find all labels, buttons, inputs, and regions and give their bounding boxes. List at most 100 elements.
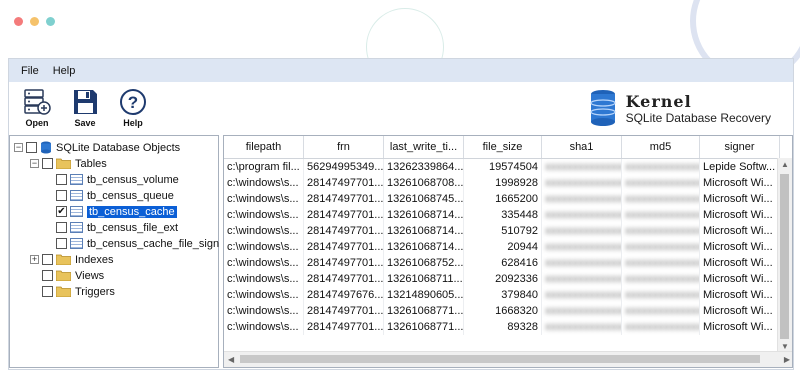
table-icon (70, 174, 83, 185)
window-close-dot[interactable] (14, 17, 23, 26)
tree-item-table-selected[interactable]: ✔ tb_census_cache (56, 204, 177, 219)
tree-item-table[interactable]: tb_census_volume (56, 172, 179, 187)
table-cell: Microsoft Wi... (700, 287, 780, 303)
table-cell: xxxxxxxxxxxxxx (622, 287, 700, 303)
tree-item-indexes[interactable]: + Indexes (30, 252, 114, 267)
table-cell: Microsoft Wi... (700, 207, 780, 223)
table-cell: xxxxxxxxxxxxxx (622, 159, 700, 175)
table-row[interactable]: c:\windows\s... 28147497701... 13261068708… (224, 175, 780, 191)
tree-checkbox[interactable] (42, 286, 53, 297)
table-cell: xxxxxxxxxxxxxx (622, 303, 700, 319)
table-row[interactable]: c:\windows\s... 28147497701... 13261068771… (224, 303, 780, 319)
table-row[interactable]: c:\windows\s... 28147497701... 13261068714… (224, 239, 780, 255)
tree-checkbox[interactable] (42, 270, 53, 281)
table-cell: c:\windows\s... (224, 255, 304, 271)
menu-help[interactable]: Help (53, 65, 76, 77)
window-maximize-dot[interactable] (46, 17, 55, 26)
save-button[interactable]: Save (65, 88, 105, 128)
tree-checkbox[interactable] (42, 158, 53, 169)
table-cell: xxxxxxxxxxxxxxxx (542, 175, 622, 191)
tree-checkbox[interactable] (42, 254, 53, 265)
folder-icon (56, 158, 71, 169)
tree-root-label: SQLite Database Objects (56, 141, 181, 154)
tree-item-triggers[interactable]: Triggers (42, 284, 115, 299)
table-row[interactable]: c:\windows\s... 28147497701... 13261068771… (224, 319, 780, 335)
table-row[interactable]: c:\windows\s... 28147497701... 13261068714… (224, 207, 780, 223)
help-label: Help (123, 118, 143, 128)
tree-item-views[interactable]: Views (42, 268, 104, 283)
tree-checkbox[interactable] (56, 190, 67, 201)
table-row[interactable]: c:\windows\s... 28147497701... 13261068711… (224, 271, 780, 287)
table-cell: 13214890605... (384, 287, 464, 303)
tree-checkbox[interactable] (56, 222, 67, 233)
column-header-sha1[interactable]: sha1 (542, 136, 622, 158)
table-cell: xxxxxxxxxxxxxx (622, 191, 700, 207)
table-cell: 13262339864... (384, 159, 464, 175)
table-cell: Microsoft Wi... (700, 175, 780, 191)
vertical-scroll-thumb[interactable] (780, 174, 789, 339)
table-cell: 1668320 (464, 303, 542, 319)
tree-item-tables[interactable]: − Tables (30, 156, 107, 171)
table-row[interactable]: c:\windows\s... 28147497676... 13214890605… (224, 287, 780, 303)
table-cell: xxxxxxxxxxxxxxxx (542, 271, 622, 287)
table-cell: 379840 (464, 287, 542, 303)
tree-checkbox[interactable] (56, 174, 67, 185)
tree-checkbox-checked[interactable]: ✔ (56, 206, 67, 217)
browser-frame (0, 0, 800, 86)
table-cell: c:\windows\s... (224, 191, 304, 207)
table-cell: Microsoft Wi... (700, 223, 780, 239)
collapse-icon[interactable]: − (14, 143, 23, 152)
tree-checkbox[interactable] (26, 142, 37, 153)
horizontal-scroll-thumb[interactable] (240, 355, 760, 363)
table-cell: Lepide Softw... (700, 159, 780, 175)
table-cell: c:\windows\s... (224, 223, 304, 239)
tree-item-table[interactable]: tb_census_cache_file_sign (56, 236, 219, 251)
table-row[interactable]: c:\windows\s... 28147497701... 13261068745… (224, 191, 780, 207)
table-cell: xxxxxxxxxxxxxxxx (542, 303, 622, 319)
column-header-md5[interactable]: md5 (622, 136, 700, 158)
vertical-scrollbar[interactable]: ▲ ▼ (777, 158, 792, 353)
table-cell: xxxxxxxxxxxxxx (622, 271, 700, 287)
table-cell: 28147497701... (304, 239, 384, 255)
table-cell: xxxxxxxxxxxxxxxx (542, 159, 622, 175)
collapse-icon[interactable]: − (30, 159, 39, 168)
table-cell: 13261068752... (384, 255, 464, 271)
object-tree: − SQLite Database Objects − Tables tb_ce… (9, 135, 219, 368)
table-cell: c:\windows\s... (224, 303, 304, 319)
table-row[interactable]: c:\windows\s... 28147497701... 13261068752… (224, 255, 780, 271)
scroll-left-icon[interactable]: ◀ (228, 355, 234, 364)
help-button[interactable]: ? Help (113, 88, 153, 128)
table-cell: 89328 (464, 319, 542, 335)
table-cell: c:\windows\s... (224, 239, 304, 255)
table-label: tb_census_queue (87, 189, 174, 202)
column-header-last-write-time[interactable]: last_write_ti... (384, 136, 464, 158)
scroll-down-icon[interactable]: ▼ (781, 342, 789, 351)
table-label: tb_census_file_ext (87, 221, 179, 234)
column-header-frn[interactable]: frn (304, 136, 384, 158)
table-cell: c:\windows\s... (224, 271, 304, 287)
tree-checkbox[interactable] (56, 238, 67, 249)
table-cell: 28147497701... (304, 175, 384, 191)
table-row[interactable]: c:\program fil... 56294995349... 132623398… (224, 159, 780, 175)
toolbar: Open Save ? Help Kernel SQLite Database … (9, 82, 793, 135)
expand-icon[interactable]: + (30, 255, 39, 264)
main-split: − SQLite Database Objects − Tables tb_ce… (9, 135, 793, 369)
table-row[interactable]: c:\windows\s... 28147497701... 13261068714… (224, 223, 780, 239)
tree-item-table[interactable]: tb_census_queue (56, 188, 174, 203)
tree-root[interactable]: − SQLite Database Objects (14, 140, 180, 155)
column-header-file-size[interactable]: file_size (464, 136, 542, 158)
window-minimize-dot[interactable] (30, 17, 39, 26)
tree-item-table[interactable]: tb_census_file_ext (56, 220, 178, 235)
scroll-up-icon[interactable]: ▲ (781, 160, 789, 169)
table-cell: 28147497701... (304, 255, 384, 271)
save-label: Save (74, 118, 96, 128)
column-header-signer[interactable]: signer (700, 136, 780, 158)
table-cell: c:\windows\s... (224, 287, 304, 303)
scroll-right-icon[interactable]: ▶ (784, 355, 790, 364)
table-label: tb_census_volume (87, 173, 179, 186)
menu-file[interactable]: File (21, 65, 39, 77)
column-header-filepath[interactable]: filepath (224, 136, 304, 158)
table-cell: 2092336 (464, 271, 542, 287)
horizontal-scrollbar[interactable]: ◀ ▶ (224, 351, 792, 367)
open-button[interactable]: Open (17, 88, 57, 128)
